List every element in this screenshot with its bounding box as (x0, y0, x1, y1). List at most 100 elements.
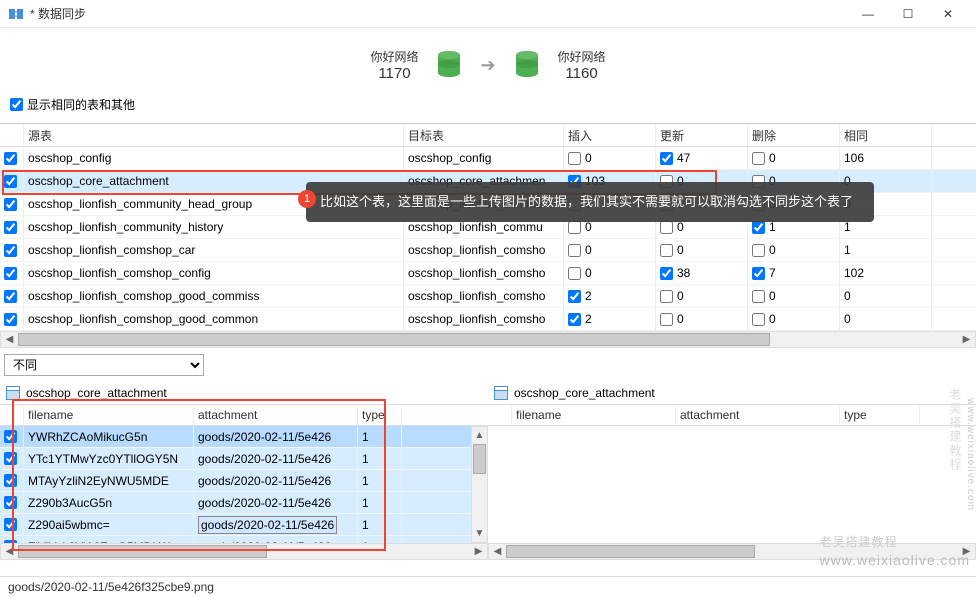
row-checkbox[interactable] (4, 430, 17, 443)
list-item[interactable]: ZiViVzk2ViA2ZmO5MDU1Lgoods/2020-02-11/5e… (0, 536, 471, 543)
scroll-left-icon[interactable]: ◀ (1, 544, 18, 559)
num-cell[interactable]: 0 (748, 147, 840, 169)
col-delete[interactable]: 删除 (748, 124, 840, 146)
col-update[interactable]: 更新 (656, 124, 748, 146)
table-row[interactable]: oscshop_lionfish_comshop_caroscshop_lion… (0, 239, 976, 262)
col-target[interactable]: 目标表 (404, 124, 564, 146)
num-cell[interactable]: 38 (656, 262, 748, 284)
scroll-up-icon[interactable]: ▲ (472, 427, 487, 444)
row-checkbox[interactable] (4, 452, 17, 465)
row-checkbox[interactable] (4, 152, 17, 165)
list-item[interactable]: YWRhZCAoMikucG5ngoods/2020-02-11/5e4261 (0, 426, 471, 448)
sync-checkbox[interactable] (752, 267, 765, 280)
app-icon (8, 6, 24, 22)
col-filename[interactable]: filename (512, 405, 676, 425)
sync-checkbox[interactable] (660, 267, 673, 280)
row-checkbox[interactable] (4, 474, 17, 487)
source-count: 1170 (370, 65, 418, 82)
col-type[interactable]: type (358, 405, 402, 425)
row-checkbox[interactable] (4, 267, 17, 280)
col-attachment[interactable]: attachment (194, 405, 358, 425)
same-count: 0 (840, 285, 932, 307)
titlebar: * 数据同步 — ☐ ✕ (0, 0, 976, 28)
num-cell[interactable]: 7 (748, 262, 840, 284)
scroll-right-icon[interactable]: ▶ (958, 544, 975, 559)
col-filename[interactable]: filename (24, 405, 194, 425)
list-item[interactable]: YTc1YTMwYzc0YTllOGY5Ngoods/2020-02-11/5e… (0, 448, 471, 470)
main-scrollbar[interactable]: ◀ ▶ (0, 331, 976, 348)
row-checkbox[interactable] (4, 518, 17, 531)
num-cell[interactable]: 0 (748, 308, 840, 330)
table-icon (494, 386, 508, 400)
row-checkbox[interactable] (4, 496, 17, 509)
table-row[interactable]: oscshop_lionfish_comshop_good_commonoscs… (0, 308, 976, 331)
sync-checkbox[interactable] (752, 290, 765, 303)
row-checkbox[interactable] (4, 540, 17, 543)
close-button[interactable]: ✕ (928, 1, 968, 27)
col-type[interactable]: type (840, 405, 920, 425)
sync-checkbox[interactable] (568, 313, 581, 326)
sync-checkbox[interactable] (660, 244, 673, 257)
sync-checkbox[interactable] (660, 152, 673, 165)
filter-select[interactable]: 不同 (4, 354, 204, 376)
left-hscroll[interactable]: ◀ ▶ (0, 543, 488, 560)
row-checkbox[interactable] (4, 244, 17, 257)
show-same-input[interactable] (10, 98, 23, 111)
col-source[interactable]: 源表 (24, 124, 404, 146)
col-attachment[interactable]: attachment (676, 405, 840, 425)
scroll-left-icon[interactable]: ◀ (1, 332, 18, 347)
maximize-button[interactable]: ☐ (888, 1, 928, 27)
sync-checkbox[interactable] (568, 221, 581, 234)
sync-checkbox[interactable] (752, 244, 765, 257)
sync-checkbox[interactable] (752, 152, 765, 165)
grid-header: 源表 目标表 插入 更新 删除 相同 (0, 124, 976, 147)
source-label: 你好网络 (370, 48, 418, 65)
sync-checkbox[interactable] (568, 244, 581, 257)
same-count: 106 (840, 147, 932, 169)
scroll-right-icon[interactable]: ▶ (958, 332, 975, 347)
row-checkbox[interactable] (4, 313, 17, 326)
row-checkbox[interactable] (4, 175, 17, 188)
num-cell[interactable]: 0 (656, 285, 748, 307)
sync-checkbox[interactable] (660, 290, 673, 303)
show-same-checkbox[interactable]: 显示相同的表和其他 (0, 92, 976, 123)
sync-checkbox[interactable] (660, 221, 673, 234)
table-row[interactable]: oscshop_lionfish_comshop_good_commissosc… (0, 285, 976, 308)
sync-checkbox[interactable] (752, 313, 765, 326)
right-hscroll[interactable]: ◀ ▶ (488, 543, 976, 560)
list-item[interactable]: Z290b3AucG5ngoods/2020-02-11/5e4261 (0, 492, 471, 514)
left-pane: oscshop_core_attachment filename attachm… (0, 382, 488, 560)
num-cell[interactable]: 0 (656, 239, 748, 261)
source-info: 你好网络 1170 (370, 48, 418, 82)
num-cell[interactable]: 0 (656, 308, 748, 330)
num-cell[interactable]: 2 (564, 285, 656, 307)
row-checkbox[interactable] (4, 290, 17, 303)
sync-checkbox[interactable] (660, 313, 673, 326)
col-insert[interactable]: 插入 (564, 124, 656, 146)
scroll-right-icon[interactable]: ▶ (470, 544, 487, 559)
right-pane: oscshop_core_attachment filename attachm… (488, 382, 976, 560)
list-item[interactable]: MTAyYzliN2EyNWU5MDEgoods/2020-02-11/5e42… (0, 470, 471, 492)
sync-checkbox[interactable] (568, 290, 581, 303)
minimize-button[interactable]: — (848, 1, 888, 27)
num-cell[interactable]: 0 (748, 285, 840, 307)
table-row[interactable]: oscshop_lionfish_comshop_configoscshop_l… (0, 262, 976, 285)
num-cell[interactable]: 47 (656, 147, 748, 169)
scroll-down-icon[interactable]: ▼ (472, 525, 487, 542)
num-cell[interactable]: 0 (564, 239, 656, 261)
scroll-left-icon[interactable]: ◀ (489, 544, 506, 559)
left-vscroll[interactable]: ▲ ▼ (471, 426, 488, 543)
col-same[interactable]: 相同 (840, 124, 932, 146)
list-item[interactable]: Z290ai5wbmc=goods/2020-02-11/5e4261 (0, 514, 471, 536)
num-cell[interactable]: 0 (564, 262, 656, 284)
num-cell[interactable]: 0 (748, 239, 840, 261)
num-cell[interactable]: 2 (564, 308, 656, 330)
sync-checkbox[interactable] (568, 152, 581, 165)
sync-checkbox[interactable] (752, 221, 765, 234)
sync-checkbox[interactable] (568, 267, 581, 280)
filename-cell: Z290b3AucG5n (24, 492, 194, 513)
table-row[interactable]: oscshop_configoscshop_config0470106 (0, 147, 976, 170)
row-checkbox[interactable] (4, 198, 17, 211)
row-checkbox[interactable] (4, 221, 17, 234)
num-cell[interactable]: 0 (564, 147, 656, 169)
